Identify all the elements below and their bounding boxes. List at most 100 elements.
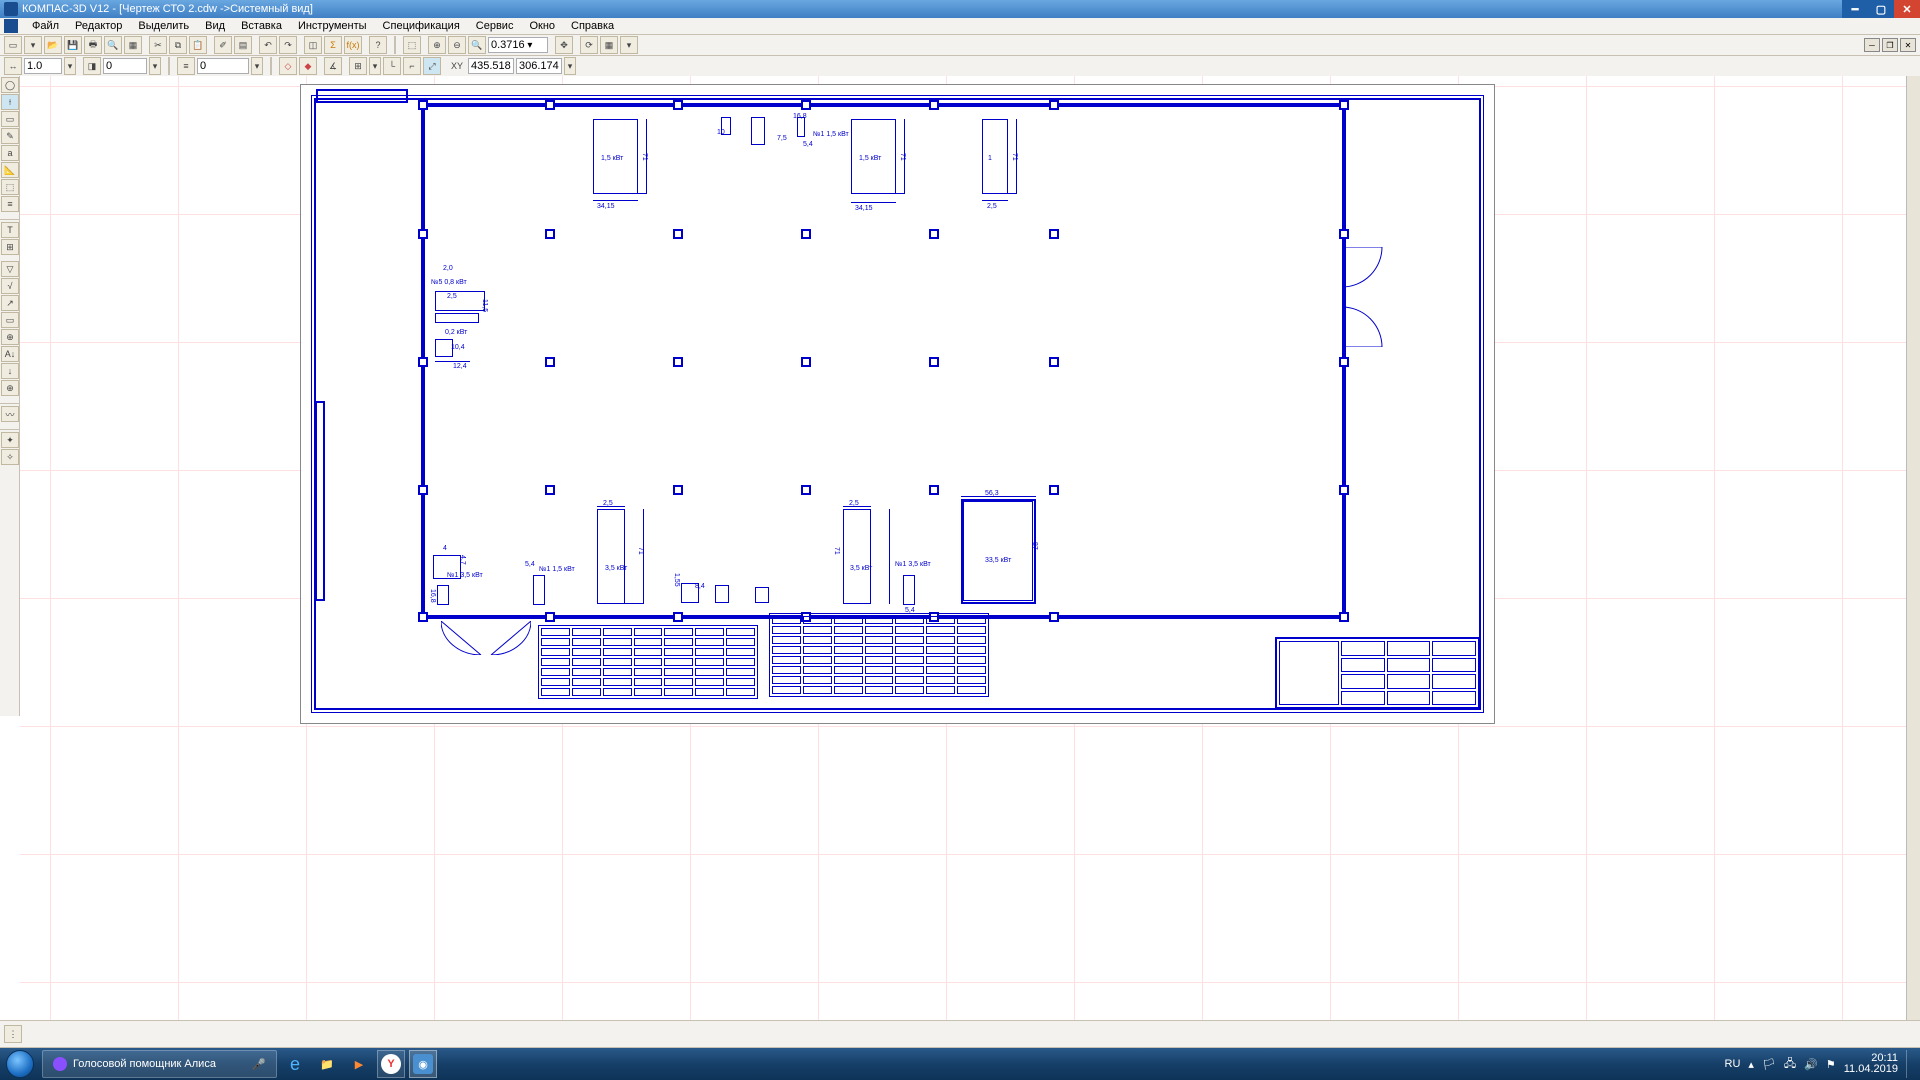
arrow-tool-button[interactable]: ↓ (1, 363, 19, 379)
select-panel-button[interactable]: ⬚ (1, 179, 19, 195)
cut-button[interactable]: ✂ (149, 36, 167, 54)
mark-tool-button[interactable]: ⊕ (1, 329, 19, 345)
tray-action-icon[interactable]: ⚑ (1826, 1058, 1836, 1071)
menu-select[interactable]: Выделить (130, 19, 197, 33)
fx-button[interactable]: f(x) (344, 36, 362, 54)
property-handle[interactable]: ⋮ (4, 1025, 22, 1043)
pan-button[interactable]: ✥ (555, 36, 573, 54)
snap-toggle[interactable]: ∡ (324, 57, 342, 75)
create-button[interactable]: ◆ (299, 57, 317, 75)
measure-panel-button[interactable]: 📐 (1, 162, 19, 178)
round-toggle[interactable]: ⌐ (403, 57, 421, 75)
base-tool-button[interactable]: ▽ (1, 261, 19, 277)
menu-view[interactable]: Вид (197, 19, 233, 33)
task-explorer[interactable]: 📁 (313, 1050, 341, 1078)
menu-editor[interactable]: Редактор (67, 19, 130, 33)
menu-tools[interactable]: Инструменты (290, 19, 375, 33)
start-button[interactable] (0, 1048, 40, 1080)
task-yandex[interactable]: Y (377, 1050, 405, 1078)
menu-help[interactable]: Справка (563, 19, 622, 33)
text-tool-button[interactable]: T (1, 222, 19, 238)
tray-lang[interactable]: RU (1725, 1058, 1741, 1070)
drawing-canvas[interactable]: 1,5 кВт 71 34,15 10 7,5 5,4 16,8 №1 1,5 … (20, 76, 1920, 1034)
task-ie[interactable]: e (281, 1050, 309, 1078)
vertical-scrollbar[interactable] (1906, 76, 1920, 1020)
wave-tool-button[interactable]: 〰 (1, 406, 19, 422)
menu-window[interactable]: Окно (521, 19, 563, 33)
tray-clock[interactable]: 20:11 11.04.2019 (1844, 1053, 1898, 1075)
window-minimize-button[interactable]: ━ (1842, 0, 1868, 18)
roughness-tool-button[interactable]: √ (1, 278, 19, 294)
new-button[interactable]: ▭ (4, 36, 22, 54)
layer-input[interactable]: 0 (197, 58, 249, 74)
copy-button[interactable]: ⧉ (169, 36, 187, 54)
autoaxis-tool-button[interactable]: ✦ (1, 432, 19, 448)
whats-this-button[interactable]: ? (369, 36, 387, 54)
window-maximize-button[interactable]: ▢ (1868, 0, 1894, 18)
cut-line-tool-button[interactable]: A↓ (1, 346, 19, 362)
redo-button[interactable]: ↷ (279, 36, 297, 54)
axis-tool-button[interactable]: ✧ (1, 449, 19, 465)
new-dropdown-button[interactable]: ▾ (24, 36, 42, 54)
state-button[interactable]: ◨ (83, 57, 101, 75)
refresh-dropdown[interactable]: ▾ (620, 36, 638, 54)
local-cs-button[interactable]: ⤢ (423, 57, 441, 75)
preview-button[interactable]: 🔍 (104, 36, 122, 54)
tray-network-icon[interactable]: 🖧 (1784, 1055, 1796, 1074)
task-alisa[interactable]: Голосовой помощник Алиса 🎤 (42, 1050, 277, 1078)
menu-insert[interactable]: Вставка (233, 19, 290, 33)
step-input[interactable]: 1.0 (24, 58, 62, 74)
coord-dropdown[interactable]: ▾ (564, 57, 576, 75)
state-input[interactable]: 0 (103, 58, 147, 74)
print-button[interactable]: 🖶 (84, 36, 102, 54)
menu-service[interactable]: Сервис (468, 19, 522, 33)
zoom-in-button[interactable]: ⊕ (428, 36, 446, 54)
zoom-value-input[interactable]: 0.3716 ▾ (488, 37, 548, 53)
mdi-close-button[interactable]: ✕ (1900, 38, 1916, 52)
layer-dropdown[interactable]: ▾ (251, 57, 263, 75)
mdi-restore-button[interactable]: ❐ (1882, 38, 1898, 52)
variables-button[interactable]: Σ (324, 36, 342, 54)
center-tool-button[interactable]: ⊕ (1, 380, 19, 396)
zoom-fit-button[interactable]: ⬚ (403, 36, 421, 54)
tolerance-tool-button[interactable]: ▭ (1, 312, 19, 328)
stop-button[interactable]: ◇ (279, 57, 297, 75)
open-button[interactable]: 📂 (44, 36, 62, 54)
zoom-window-button[interactable]: 🔍 (468, 36, 486, 54)
step-button[interactable]: ↔ (4, 57, 22, 75)
grid-toggle[interactable]: ⊞ (349, 57, 367, 75)
params-panel-button[interactable]: a (1, 145, 19, 161)
save-button[interactable]: 💾 (64, 36, 82, 54)
spec-panel-button[interactable]: ≡ (1, 196, 19, 212)
geometry-panel-button[interactable]: ◯ (1, 77, 19, 93)
properties-button[interactable]: ▤ (234, 36, 252, 54)
undo-button[interactable]: ↶ (259, 36, 277, 54)
menu-specification[interactable]: Спецификация (375, 19, 468, 33)
rebuild-button[interactable]: ⟳ (580, 36, 598, 54)
coord-x-field[interactable]: 435.518 (468, 58, 514, 74)
state-dropdown[interactable]: ▾ (149, 57, 161, 75)
format-painter-button[interactable]: ✐ (214, 36, 232, 54)
edit-panel-button[interactable]: ✎ (1, 128, 19, 144)
table-tool-button[interactable]: ⊞ (1, 239, 19, 255)
step-dropdown[interactable]: ▾ (64, 57, 76, 75)
window-close-button[interactable]: ✕ (1894, 0, 1920, 18)
grid-dropdown[interactable]: ▾ (369, 57, 381, 75)
notations-panel-button[interactable]: ▭ (1, 111, 19, 127)
library-button[interactable]: ◫ (304, 36, 322, 54)
dimensions-panel-button[interactable]: ⟊ (1, 94, 19, 110)
mdi-minimize-button[interactable]: ─ (1864, 38, 1880, 52)
tray-flag-icon[interactable]: 🏳 (1762, 1058, 1776, 1071)
menu-file[interactable]: Файл (24, 19, 67, 33)
show-desktop-button[interactable] (1906, 1050, 1914, 1078)
leader-tool-button[interactable]: ↗ (1, 295, 19, 311)
doc-icon[interactable] (4, 19, 18, 33)
coord-y-field[interactable]: 306.174 (516, 58, 562, 74)
tray-volume-icon[interactable]: 🔊 (1804, 1058, 1818, 1071)
paste-button[interactable]: 📋 (189, 36, 207, 54)
task-kompas[interactable]: ◉ (409, 1050, 437, 1078)
ortho-toggle[interactable]: └ (383, 57, 401, 75)
refresh-button[interactable]: ▦ (600, 36, 618, 54)
print-area-button[interactable]: ▦ (124, 36, 142, 54)
zoom-out-button[interactable]: ⊖ (448, 36, 466, 54)
